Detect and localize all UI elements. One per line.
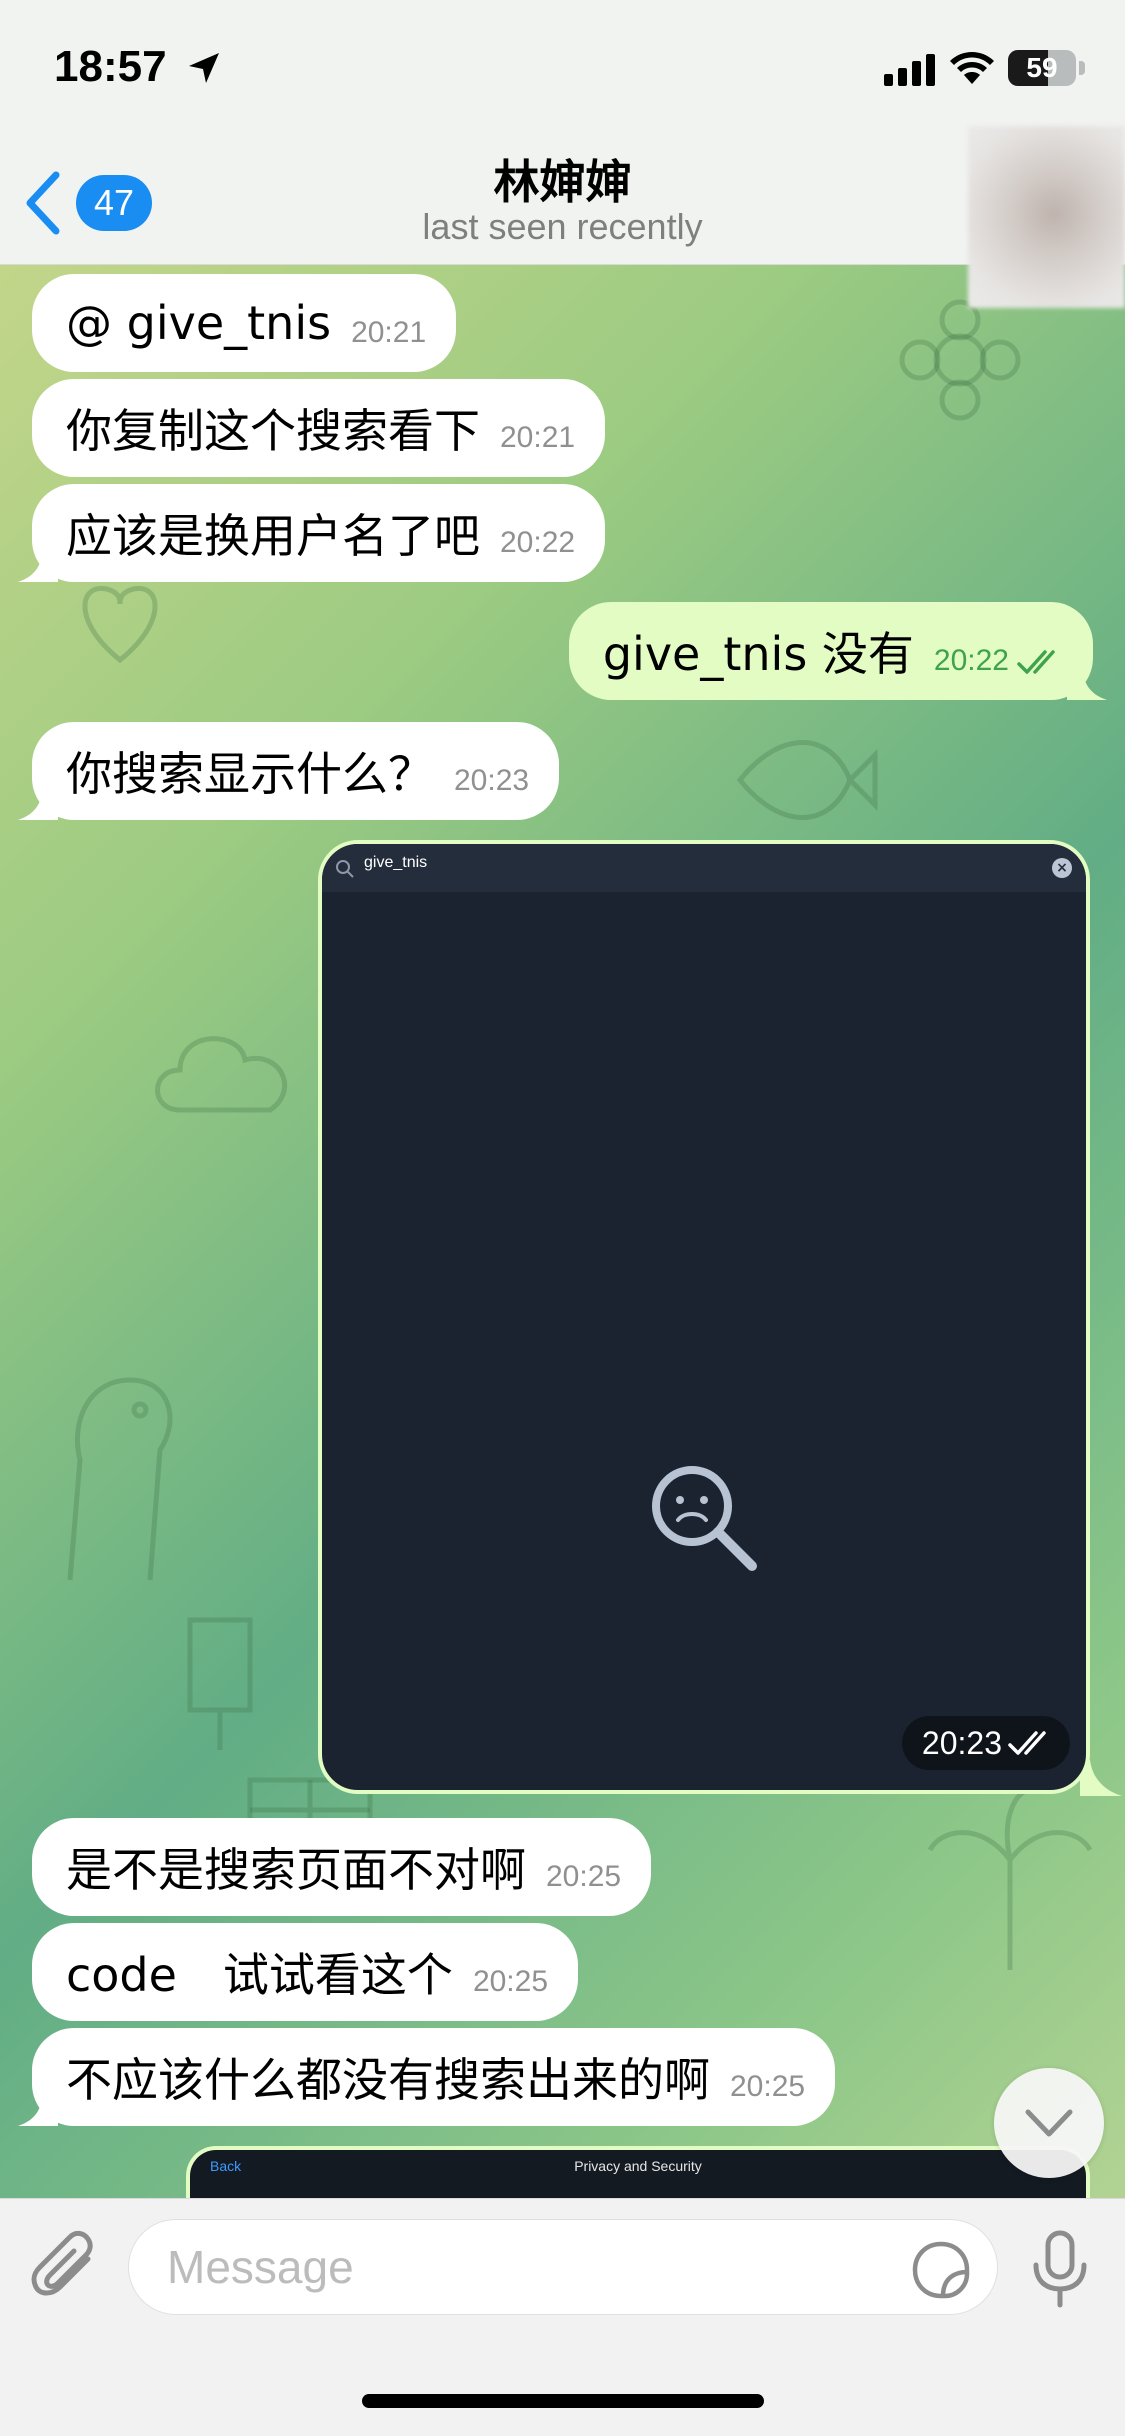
message-text: 是不是搜索页面不对啊 (66, 1843, 526, 1897)
message-text: @ give_tnis (66, 296, 332, 350)
status-time: 18:57 (54, 42, 167, 91)
status-bar: 18:57 59 (0, 0, 1125, 140)
doodle-dino-icon (67, 1377, 173, 1581)
sad-search-icon (652, 1466, 757, 1571)
message-bubble-incoming[interactable]: 不应该什么都没有搜索出来的啊 20:25 (18, 2028, 836, 2126)
message-text: 你搜索显示什么？ (66, 747, 434, 801)
bubble-tail (1067, 668, 1107, 700)
double-check-icon (1008, 1731, 1046, 1755)
microphone-icon[interactable] (1030, 2229, 1090, 2309)
message-text: 你复制这个搜索看下 (66, 404, 480, 458)
message-time: 20:25 (730, 2070, 806, 2103)
double-check-icon (1017, 650, 1055, 674)
bubble-tail (18, 788, 58, 820)
doodle-cloud-icon (155, 1036, 288, 1113)
message-input[interactable] (167, 2220, 867, 2314)
doodle-palm-icon (927, 1787, 1093, 1970)
message-bubble-incoming[interactable]: 是不是搜索页面不对啊 20:25 (32, 1818, 652, 1916)
paperclip-icon[interactable] (30, 2229, 100, 2305)
image-timestamp: 20:23 (901, 1716, 1070, 1770)
bubble-tail (18, 2094, 58, 2126)
chevron-down-icon (1025, 2109, 1073, 2137)
search-icon (336, 860, 354, 878)
message-bubble-incoming[interactable]: code 试试看这个 20:25 (32, 1923, 579, 2021)
message-time: 20:21 (500, 421, 576, 454)
message-time: 20:22 (500, 526, 576, 559)
bubble-tail (18, 550, 58, 582)
message-time: 20:23 (921, 1724, 1002, 1761)
image-message[interactable]: give_tnis × 20:23 (318, 840, 1090, 1794)
message-bubble-incoming[interactable]: @ give_tnis 20:21 (32, 274, 457, 372)
message-text: give_tnis 没有 (602, 627, 914, 681)
message-text: 不应该什么都没有搜索出来的啊 (66, 2053, 710, 2107)
sticker-icon[interactable] (911, 2240, 971, 2300)
message-text: 应该是换用户名了吧 (66, 509, 480, 563)
doodle-popsicle-icon (187, 1617, 253, 1750)
message-time: 20:21 (351, 316, 427, 349)
chat-header: 47 林婶婶 last seen recently (0, 126, 1125, 308)
screenshot-title: Privacy and Security (574, 2158, 702, 2174)
avatar[interactable] (968, 126, 1125, 308)
home-indicator (362, 2394, 764, 2408)
clear-icon: × (1052, 858, 1072, 878)
message-time: 20:25 (472, 1965, 549, 1998)
message-text: code 试试看这个 (66, 1948, 453, 2002)
message-time: 20:25 (546, 1860, 622, 1893)
contact-name[interactable]: 林婶婶 (0, 146, 1125, 212)
doodle-fish-icon (736, 740, 878, 820)
battery-icon: 59 (1008, 50, 1076, 86)
doodle-flower-icon (899, 299, 1021, 421)
location-arrow-icon (189, 53, 219, 83)
message-bubble-outgoing[interactable]: give_tnis 没有 20:22 (568, 602, 1107, 700)
message-bubble-incoming[interactable]: 你搜索显示什么？ 20:23 (18, 722, 560, 820)
wifi-icon (950, 52, 994, 84)
message-bubble-incoming[interactable]: 你复制这个搜索看下 20:21 (32, 379, 606, 477)
scroll-to-bottom-button[interactable] (994, 2068, 1104, 2178)
battery-percent: 59 (1026, 52, 1058, 83)
contact-status: last seen recently (422, 206, 703, 247)
screenshot-search-bar: give_tnis × (322, 844, 1086, 892)
signal-icon (884, 54, 935, 86)
battery-cap (1079, 61, 1085, 75)
message-time: 20:23 (454, 764, 530, 797)
screenshot-search-text: give_tnis (364, 854, 428, 871)
message-field[interactable] (128, 2219, 998, 2315)
message-bubble-incoming[interactable]: 应该是换用户名了吧 20:22 (18, 484, 606, 582)
message-time: 20:22 (933, 644, 1009, 677)
